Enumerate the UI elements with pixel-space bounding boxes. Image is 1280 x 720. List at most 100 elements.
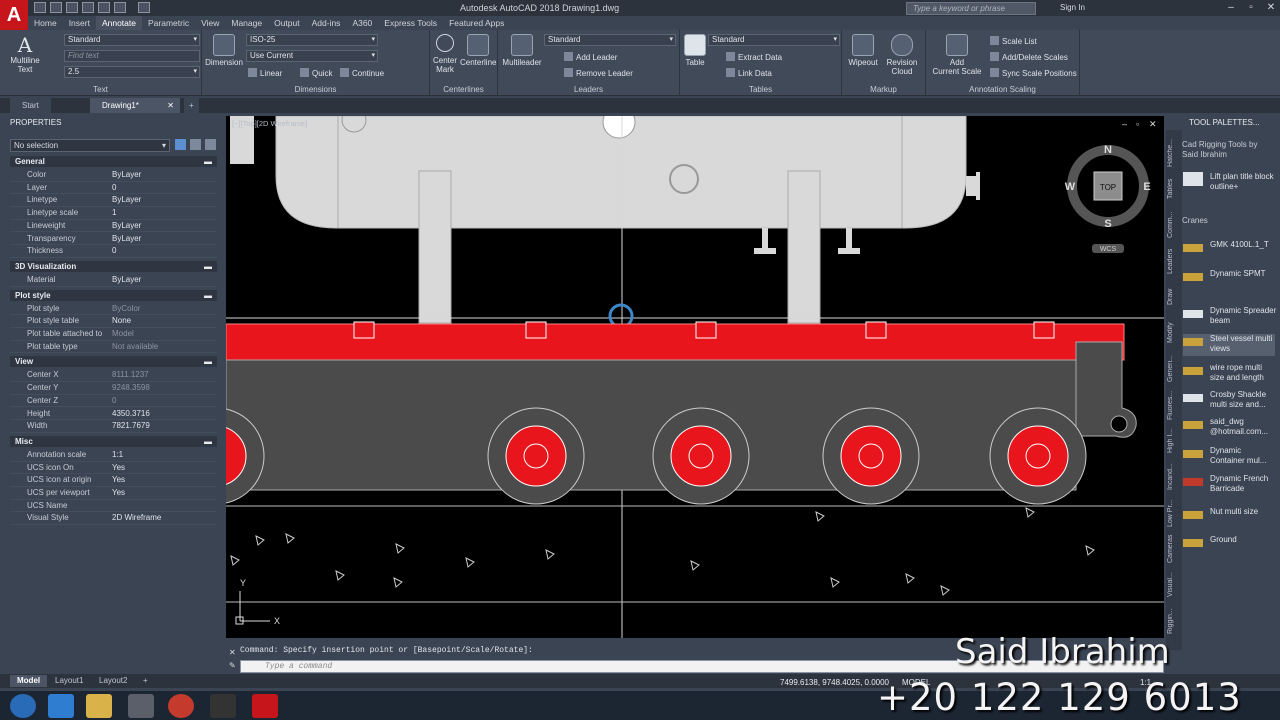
recorder-icon[interactable] (210, 694, 236, 718)
close-icon[interactable]: ✕ (167, 98, 174, 113)
new-tab-icon[interactable]: + (184, 98, 199, 113)
palette-tab[interactable]: Fluores... (1167, 388, 1181, 422)
sync-scale-positions-button[interactable]: Sync Scale Positions (990, 68, 1077, 78)
property-value[interactable]: 0 (112, 182, 116, 195)
tab-layout2[interactable]: Layout2 (92, 675, 134, 687)
print-icon[interactable] (98, 2, 110, 13)
viewport-controls-label[interactable]: [−][Top][2D Wireframe] (232, 119, 307, 128)
property-row[interactable]: Color ByLayer (10, 169, 217, 182)
property-row[interactable]: Thickness 0 (10, 245, 217, 258)
tab-manage[interactable]: Manage (225, 16, 268, 30)
viewcube-top[interactable]: TOP (1100, 183, 1116, 192)
property-value[interactable]: 0 (112, 245, 116, 258)
tab-featured-apps[interactable]: Featured Apps (443, 16, 510, 30)
property-value[interactable]: Yes (112, 487, 125, 500)
property-row[interactable]: Visual Style 2D Wireframe (10, 512, 217, 526)
autocad-logo-icon[interactable]: A (0, 0, 28, 30)
close-icon[interactable]: ✕ (229, 648, 236, 657)
tab-insert[interactable]: Insert (63, 16, 96, 30)
collapse-icon[interactable]: ▬ (204, 261, 212, 272)
compass-w[interactable]: W (1065, 181, 1076, 193)
palette-tab[interactable]: Modify (1167, 316, 1181, 350)
drawing-canvas[interactable]: Y X TOP N S W E WCS (226, 116, 1164, 638)
tab-addins[interactable]: Add-ins (306, 16, 347, 30)
palette-tab[interactable]: Low Pr... (1167, 496, 1181, 530)
property-row[interactable]: Linetype scale 1 (10, 207, 217, 220)
collapse-icon[interactable]: ▬ (204, 436, 212, 447)
chrome-icon[interactable] (168, 694, 194, 718)
property-row[interactable]: Plot style ByColor (10, 303, 217, 316)
palette-tab[interactable]: Visual... (1167, 568, 1181, 602)
property-row[interactable]: Center Z 0 (10, 395, 217, 408)
tab-start[interactable]: Start (10, 98, 51, 113)
tab-annotate[interactable]: Annotate (95, 16, 142, 30)
property-value[interactable]: Model (112, 328, 134, 341)
property-value[interactable]: ByLayer (112, 194, 141, 207)
autocad-taskbar-icon[interactable] (252, 694, 278, 718)
property-row[interactable]: Linetype ByLayer (10, 194, 217, 208)
multileader-button[interactable]: Multileader (500, 34, 544, 67)
property-value[interactable]: 2D Wireframe (112, 512, 161, 525)
property-row[interactable]: Layer 0 (10, 182, 217, 195)
open-icon[interactable] (50, 2, 62, 13)
save-icon[interactable] (66, 2, 78, 13)
toggle-pickadd-icon[interactable] (175, 139, 186, 150)
tab-layout1[interactable]: Layout1 (48, 675, 90, 687)
dim-style-select[interactable]: ISO-25 ▾ (246, 34, 378, 46)
property-value[interactable]: 4350.3716 (112, 408, 150, 421)
property-row[interactable]: Plot table attached to Model (10, 328, 217, 341)
property-value[interactable]: ByLayer (112, 274, 141, 287)
tab-output[interactable]: Output (268, 16, 306, 30)
section-plot-style[interactable]: Plot style ▬ (10, 289, 217, 301)
property-row[interactable]: Annotation scale 1:1 (10, 449, 217, 462)
saveas-icon[interactable] (82, 2, 94, 13)
start-icon[interactable] (10, 694, 36, 718)
property-row[interactable]: UCS Name (10, 500, 217, 513)
compass-n[interactable]: N (1104, 144, 1112, 156)
property-row[interactable]: Plot table type Not available (10, 341, 217, 354)
property-row[interactable]: UCS icon On Yes (10, 462, 217, 475)
select-objects-icon[interactable] (190, 139, 201, 150)
add-current-scale-button[interactable]: Add Current Scale (930, 34, 984, 76)
wcs-menu[interactable]: WCS (1100, 246, 1117, 253)
palette-tab[interactable]: Tables (1167, 172, 1181, 206)
extract-data-button[interactable]: Extract Data (726, 52, 782, 62)
dim-layer-select[interactable]: Use Current ▾ (246, 50, 378, 62)
viewcube[interactable] (1067, 145, 1149, 253)
property-value[interactable]: Yes (112, 462, 125, 475)
add-delete-scales-button[interactable]: Add/Delete Scales (990, 52, 1068, 62)
property-value[interactable]: ByLayer (112, 233, 141, 246)
wrench-icon[interactable]: ✎ (229, 661, 236, 670)
maximize-icon[interactable]: ▫ (1242, 1, 1260, 15)
property-row[interactable]: Width 7821.7679 (10, 420, 217, 433)
tab-parametric[interactable]: Parametric (142, 16, 195, 30)
compass-s[interactable]: S (1104, 218, 1111, 230)
search-input[interactable]: Type a keyword or phrase (906, 2, 1036, 15)
compass-e[interactable]: E (1143, 181, 1150, 193)
tab-model[interactable]: Model (10, 675, 48, 687)
palette-tab[interactable]: Leaders (1167, 244, 1181, 278)
property-value[interactable]: Not available (112, 341, 158, 354)
find-text-input[interactable]: Find text (64, 50, 200, 62)
centerline-button[interactable]: Centerline (460, 34, 496, 67)
coordinates-readout[interactable]: 7499.6138, 9748.4025, 0.0000 (780, 678, 889, 687)
revision-cloud-button[interactable]: Revision Cloud (882, 34, 922, 76)
collapse-icon[interactable]: ▬ (204, 156, 212, 167)
quick-button[interactable]: Quick (300, 68, 332, 78)
table-style-select[interactable]: Standard ▾ (708, 34, 840, 46)
add-leader-button[interactable]: Add Leader (564, 52, 617, 62)
undo-icon[interactable] (114, 2, 126, 13)
viewport-min-icon[interactable]: – (1122, 119, 1127, 129)
sign-in-link[interactable]: Sign In (1060, 3, 1085, 12)
minimize-icon[interactable]: – (1222, 1, 1240, 15)
scale-list-button[interactable]: Scale List (990, 36, 1037, 46)
property-row[interactable]: Material ByLayer (10, 274, 217, 287)
property-value[interactable]: 9248.3598 (112, 382, 150, 395)
palette-tab[interactable]: Cameras (1167, 532, 1181, 566)
multiline-text-button[interactable]: A Multiline Text (6, 34, 44, 74)
ie-icon[interactable] (48, 694, 74, 718)
continue-button[interactable]: Continue (340, 68, 384, 78)
explorer-icon[interactable] (86, 694, 112, 718)
section-misc[interactable]: Misc ▬ (10, 435, 217, 447)
linear-button[interactable]: Linear (248, 68, 282, 78)
